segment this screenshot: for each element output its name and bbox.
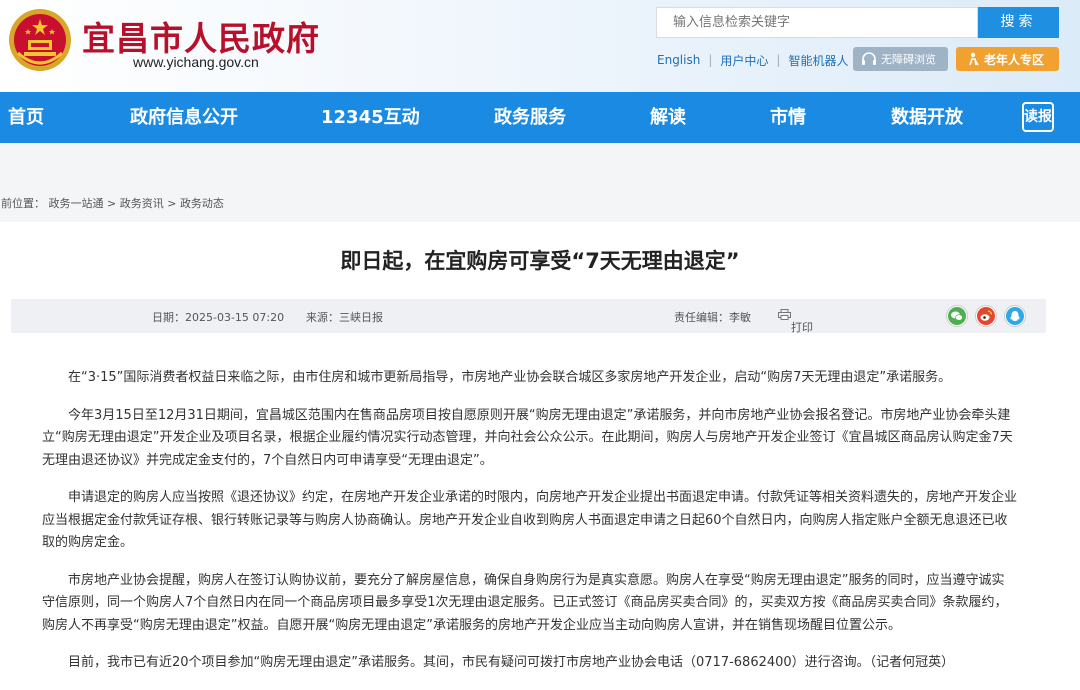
user-center-link[interactable]: 用户中心 — [720, 52, 768, 69]
nav-item-open-data[interactable]: 数据开放 — [891, 92, 963, 143]
article-paragraph: 今年3月15日至12月31日期间，宜昌城区范围内在售商品房项目按自愿原则开展“购… — [42, 407, 1013, 468]
print-label: 打印 — [791, 321, 813, 334]
national-emblem-icon[interactable] — [8, 7, 72, 73]
accessibility-button[interactable]: 无障碍浏览 — [853, 47, 948, 71]
breadcrumb-item[interactable]: 政务一站通 — [49, 197, 104, 210]
nav-item-interpretation[interactable]: 解读 — [650, 92, 686, 143]
article-paragraph: 申请退定的购房人应当按照《退还协议》约定，在房地产开发企业承诺的时限内，向房地产… — [42, 490, 1018, 550]
site-url[interactable]: www.yichang.gov.cn — [133, 54, 259, 70]
printer-icon — [778, 309, 791, 320]
divider: | — [708, 53, 713, 67]
qq-share-icon[interactable] — [1004, 305, 1026, 327]
nav-item-city-info[interactable]: 市情 — [770, 92, 806, 143]
main-nav: 首页 政府信息公开 12345互动 政务服务 解读 市情 数据开放 — [0, 92, 1080, 143]
english-link[interactable]: English — [657, 53, 700, 67]
accessibility-label: 无障碍浏览 — [881, 53, 936, 66]
site-header: 宜昌市人民政府 www.yichang.gov.cn 搜索 English | … — [0, 0, 1080, 92]
article-source: 来源：三峡日报 — [306, 311, 383, 324]
article-paragraph: 市房地产业协会提醒，购房人在签订认购协议前，要充分了解房屋信息，确保自身购房行为… — [42, 572, 1008, 633]
nav-item-12345[interactable]: 12345互动 — [321, 92, 420, 143]
search-button[interactable]: 搜索 — [978, 7, 1059, 38]
breadcrumb: 当前位置： 政务一站通 > 政务资讯 > 政务动态 — [0, 195, 224, 211]
robot-link[interactable]: 智能机器人 — [788, 52, 848, 69]
article-editor: 责任编辑：李敏 — [674, 311, 751, 324]
search-input[interactable] — [656, 7, 978, 38]
nav-item-services[interactable]: 政务服务 — [494, 92, 566, 143]
elder-label: 老年人专区 — [984, 52, 1045, 67]
elder-icon — [969, 52, 979, 66]
breadcrumb-item[interactable]: 政务动态 — [180, 197, 224, 210]
read-newspaper-icon[interactable]: 读报 — [1022, 102, 1054, 132]
top-links: English | 用户中心 | 智能机器人 — [657, 51, 848, 69]
elder-zone-button[interactable]: 老年人专区 — [956, 47, 1059, 71]
article-paragraph: 目前，我市已有近20个项目参加“购房无理由退定”承诺服务。其间，市民有疑问可拨打… — [68, 655, 955, 670]
weibo-share-icon[interactable] — [975, 305, 997, 327]
article-date: 日期：2025-03-15 07:20 — [152, 311, 285, 324]
breadcrumb-label: 当前位置： — [0, 197, 45, 210]
headphones-icon — [862, 52, 876, 65]
print-button[interactable]: 打印 — [778, 309, 813, 334]
divider: | — [776, 53, 781, 67]
site-name[interactable]: 宜昌市人民政府 — [82, 12, 320, 60]
article-meta: 日期：2025-03-15 07:20 来源：三峡日报 责任编辑：李敏 打印 — [11, 299, 1046, 334]
article-title: 即日起，在宜购房可享受“7天无理由退定” — [340, 249, 740, 273]
article-body: 在“3·15”国际消费者权益日来临之际，由市住房和城市更新局指导，市房地产业协会… — [42, 367, 1017, 690]
wechat-share-icon[interactable] — [946, 305, 968, 327]
article-paragraph: 在“3·15”国际消费者权益日来临之际，由市住房和城市更新局指导，市房地产业协会… — [68, 370, 952, 385]
nav-item-home[interactable]: 首页 — [8, 92, 44, 143]
breadcrumb-item[interactable]: 政务资讯 — [120, 197, 164, 210]
nav-item-gov-info[interactable]: 政府信息公开 — [130, 92, 238, 143]
